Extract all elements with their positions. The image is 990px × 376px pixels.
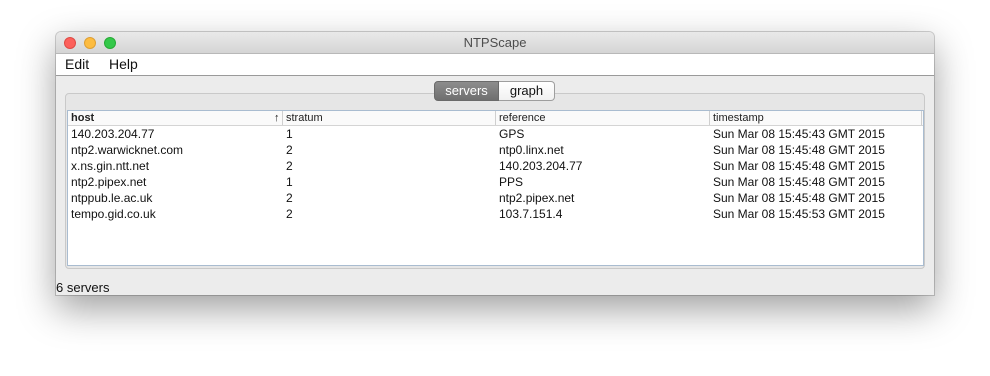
sort-ascending-icon: ↑ bbox=[274, 112, 280, 124]
cell-host: x.ns.gin.ntt.net bbox=[71, 159, 150, 173]
column-header-stratum[interactable]: stratum bbox=[283, 111, 496, 125]
cell-timestamp: Sun Mar 08 15:45:48 GMT 2015 bbox=[713, 159, 885, 173]
menu-edit[interactable]: Edit bbox=[65, 56, 89, 72]
column-header-label: host bbox=[71, 112, 95, 124]
tab-graph[interactable]: graph bbox=[499, 81, 555, 101]
cell-timestamp: Sun Mar 08 15:45:48 GMT 2015 bbox=[713, 143, 885, 157]
table-row[interactable]: 140.203.204.77 1 GPS Sun Mar 08 15:45:43… bbox=[68, 126, 923, 142]
cell-host: ntp2.pipex.net bbox=[71, 175, 147, 189]
tab-servers[interactable]: servers bbox=[434, 81, 499, 101]
cell-stratum: 2 bbox=[286, 143, 293, 157]
menu-help[interactable]: Help bbox=[109, 56, 138, 72]
column-header-host[interactable]: host ↑ bbox=[68, 111, 283, 125]
table-row[interactable]: tempo.gid.co.uk 2 103.7.151.4 Sun Mar 08… bbox=[68, 206, 923, 222]
table-body: 140.203.204.77 1 GPS Sun Mar 08 15:45:43… bbox=[68, 126, 923, 222]
cell-stratum: 1 bbox=[286, 127, 293, 141]
column-header-timestamp[interactable]: timestamp bbox=[710, 111, 922, 125]
menu-bar: Edit Help bbox=[56, 54, 934, 76]
cell-stratum: 1 bbox=[286, 175, 293, 189]
cell-host: tempo.gid.co.uk bbox=[71, 207, 156, 221]
cell-reference: 103.7.151.4 bbox=[499, 207, 563, 221]
column-header-reference[interactable]: reference bbox=[496, 111, 710, 125]
cell-host: ntp2.warwicknet.com bbox=[71, 143, 184, 157]
cell-reference: 140.203.204.77 bbox=[499, 159, 583, 173]
cell-stratum: 2 bbox=[286, 207, 293, 221]
cell-timestamp: Sun Mar 08 15:45:43 GMT 2015 bbox=[713, 127, 885, 141]
table-row[interactable]: ntp2.pipex.net 1 PPS Sun Mar 08 15:45:48… bbox=[68, 174, 923, 190]
cell-timestamp: Sun Mar 08 15:45:53 GMT 2015 bbox=[713, 207, 885, 221]
cell-reference: ntp2.pipex.net bbox=[499, 191, 575, 205]
cell-timestamp: Sun Mar 08 15:45:48 GMT 2015 bbox=[713, 175, 885, 189]
table-row[interactable]: ntppub.le.ac.uk 2 ntp2.pipex.net Sun Mar… bbox=[68, 190, 923, 206]
table-row[interactable]: ntp2.warwicknet.com 2 ntp0.linx.net Sun … bbox=[68, 142, 923, 158]
cell-stratum: 2 bbox=[286, 191, 293, 205]
cell-reference: ntp0.linx.net bbox=[499, 143, 564, 157]
servers-table[interactable]: host ↑ stratum reference timestamp 140.2… bbox=[67, 110, 924, 266]
cell-host: 140.203.204.77 bbox=[71, 127, 155, 141]
title-bar[interactable]: NTPScape bbox=[56, 32, 934, 54]
cell-stratum: 2 bbox=[286, 159, 293, 173]
status-text: 6 servers bbox=[56, 280, 110, 295]
app-window: NTPScape Edit Help servers graph host ↑ … bbox=[56, 32, 934, 295]
window-title: NTPScape bbox=[463, 35, 527, 50]
cell-host: ntppub.le.ac.uk bbox=[71, 191, 153, 205]
tab-bar: servers graph bbox=[434, 81, 555, 101]
cell-reference: GPS bbox=[499, 127, 525, 141]
cell-reference: PPS bbox=[499, 175, 524, 189]
cell-timestamp: Sun Mar 08 15:45:48 GMT 2015 bbox=[713, 191, 885, 205]
table-row[interactable]: x.ns.gin.ntt.net 2 140.203.204.77 Sun Ma… bbox=[68, 158, 923, 174]
table-header: host ↑ stratum reference timestamp bbox=[68, 111, 923, 126]
